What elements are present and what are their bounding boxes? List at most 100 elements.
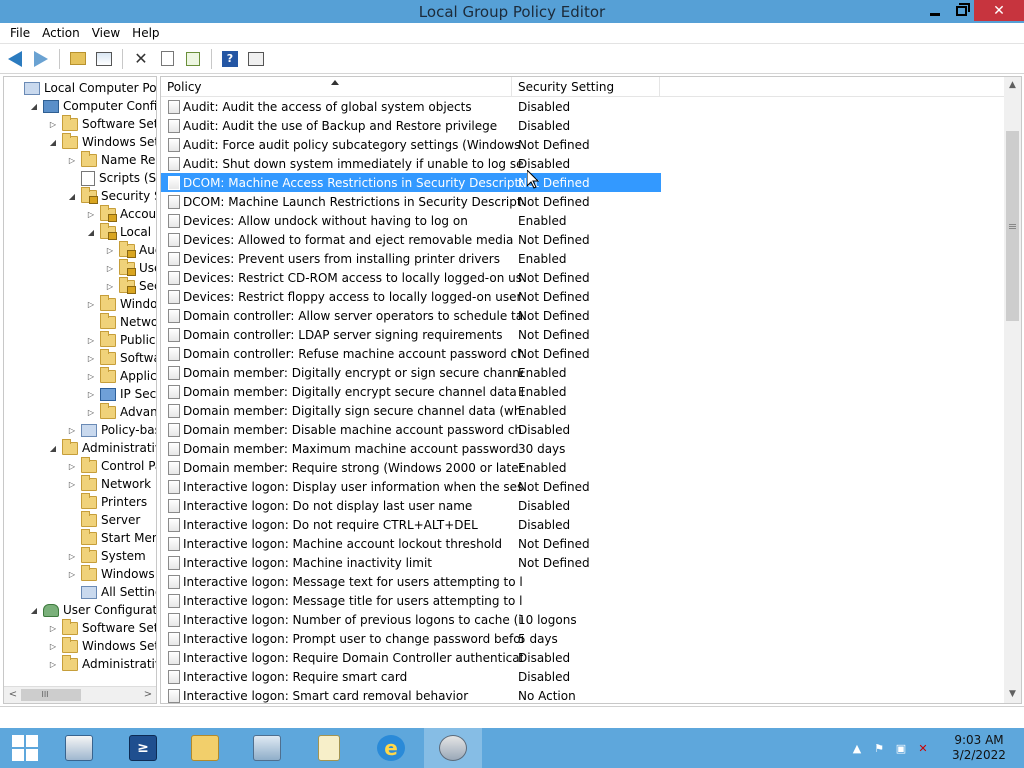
tree-item[interactable]: ▷ Name Resolu	[67, 150, 156, 169]
collapsed-arrow-icon[interactable]: ▷	[86, 403, 96, 421]
menu-view[interactable]: View	[86, 26, 126, 40]
menu-action[interactable]: Action	[36, 26, 86, 40]
tree-item[interactable]: ▷ Software F	[86, 348, 156, 367]
tree-item[interactable]: ▷ Software Settings	[48, 618, 156, 637]
sound-muted-icon[interactable]: ✕	[916, 741, 930, 755]
collapsed-arrow-icon[interactable]: ▷	[86, 385, 96, 403]
collapsed-arrow-icon[interactable]: ▷	[48, 619, 58, 637]
table-row[interactable]: Interactive logon: Machine account locko…	[161, 534, 661, 553]
properties-sheet-button[interactable]	[156, 48, 178, 70]
tree-item[interactable]: Scripts (Startu	[67, 169, 156, 187]
table-row[interactable]: Interactive logon: Prompt user to change…	[161, 629, 661, 648]
collapsed-arrow-icon[interactable]: ▷	[105, 259, 115, 277]
expanded-arrow-icon[interactable]: ◢	[29, 601, 39, 619]
collapsed-arrow-icon[interactable]: ▷	[67, 421, 77, 439]
scroll-left-button[interactable]: <	[6, 689, 20, 701]
table-row[interactable]: Domain member: Require strong (Windows 2…	[161, 458, 661, 477]
show-action-pane-button[interactable]	[245, 48, 267, 70]
tree-item[interactable]: Network L	[86, 312, 156, 331]
table-row[interactable]: Interactive logon: Require Domain Contro…	[161, 648, 661, 667]
expanded-arrow-icon[interactable]: ◢	[86, 223, 96, 241]
column-header-security-setting[interactable]: Security Setting	[512, 77, 660, 97]
table-row[interactable]: Devices: Allow undock without having to …	[161, 211, 661, 230]
collapsed-arrow-icon[interactable]: ▷	[105, 277, 115, 295]
up-one-level-button[interactable]	[67, 48, 89, 70]
table-row[interactable]: Interactive logon: Display user informat…	[161, 477, 661, 496]
table-row[interactable]: Devices: Restrict floppy access to local…	[161, 287, 661, 306]
menu-help[interactable]: Help	[126, 26, 165, 40]
tree-item[interactable]: ▷ Securi	[105, 276, 156, 295]
tree-item[interactable]: ▷ Policy-based	[67, 421, 156, 439]
taskbar-performance-monitor[interactable]	[238, 728, 296, 768]
collapsed-arrow-icon[interactable]: ▷	[86, 295, 96, 313]
expanded-arrow-icon[interactable]: ◢	[29, 97, 39, 115]
tree-item[interactable]: ▷ Windows	[86, 294, 156, 313]
taskbar-powershell[interactable]: ≥	[114, 728, 172, 768]
expanded-arrow-icon[interactable]: ◢	[67, 187, 77, 205]
help-button[interactable]: ?	[219, 48, 241, 70]
table-row[interactable]: Domain member: Disable machine account p…	[161, 420, 661, 439]
console-tree[interactable]: < III > Local Computer Policy ◢ Computer C…	[3, 76, 157, 704]
show-hide-tree-button[interactable]	[93, 48, 115, 70]
collapsed-arrow-icon[interactable]: ▷	[48, 115, 58, 133]
table-row[interactable]: Audit: Audit the access of global system…	[161, 97, 661, 116]
tree-item[interactable]: ▷ Administrative Te	[48, 654, 156, 673]
table-row[interactable]: Audit: Shut down system immediately if u…	[161, 154, 661, 173]
expanded-arrow-icon[interactable]: ◢	[48, 133, 58, 151]
collapsed-arrow-icon[interactable]: ▷	[67, 457, 77, 475]
tree-item[interactable]: ▷ Network	[67, 474, 151, 493]
tree-item[interactable]: Local Computer Policy	[10, 79, 156, 97]
collapsed-arrow-icon[interactable]: ▷	[67, 151, 77, 169]
tree-item[interactable]: ▷ Public Key	[86, 330, 156, 349]
export-list-button[interactable]	[182, 48, 204, 70]
taskbar-file-explorer[interactable]	[176, 728, 234, 768]
tree-item[interactable]: ▷ Applicatic	[86, 366, 156, 385]
tree-item[interactable]: Start Menu ar	[67, 528, 156, 547]
tree-item[interactable]: Server	[67, 510, 140, 529]
tree-item[interactable]: ▷ System	[67, 546, 146, 565]
table-row[interactable]: Interactive logon: Number of previous lo…	[161, 610, 661, 629]
tree-item[interactable]: ▷ Software Settings	[48, 114, 156, 133]
clock[interactable]: 9:03 AM 3/2/2022	[934, 733, 1024, 763]
collapsed-arrow-icon[interactable]: ▷	[67, 475, 77, 493]
tree-item[interactable]: ◢ Computer Configura	[29, 97, 156, 115]
close-button[interactable]: ✕	[974, 0, 1024, 21]
table-row[interactable]: Audit: Force audit policy subcategory se…	[161, 135, 661, 154]
tree-item[interactable]: ▷ Advanced	[86, 402, 156, 421]
taskbar-group-policy-editor[interactable]	[424, 728, 482, 768]
table-row[interactable]: Domain controller: LDAP server signing r…	[161, 325, 661, 344]
table-row[interactable]: Domain controller: Allow server operator…	[161, 306, 661, 325]
tree-item[interactable]: ◢ Administrative Te	[48, 438, 156, 457]
collapsed-arrow-icon[interactable]: ▷	[67, 547, 77, 565]
forward-button[interactable]	[30, 48, 52, 70]
collapsed-arrow-icon[interactable]: ▷	[67, 565, 77, 583]
tree-item[interactable]: ▷ Windows Setting	[48, 636, 156, 655]
table-row[interactable]: Domain member: Maximum machine account p…	[161, 439, 661, 458]
action-center-flag-icon[interactable]: ⚑	[872, 741, 886, 755]
collapsed-arrow-icon[interactable]: ▷	[48, 637, 58, 655]
taskbar-server-manager[interactable]	[50, 728, 108, 768]
expanded-arrow-icon[interactable]: ◢	[48, 439, 58, 457]
scroll-down-button[interactable]: ▼	[1004, 686, 1021, 703]
table-row[interactable]: Domain controller: Refuse machine accoun…	[161, 344, 661, 363]
collapsed-arrow-icon[interactable]: ▷	[86, 349, 96, 367]
table-row[interactable]: Domain member: Digitally sign secure cha…	[161, 401, 661, 420]
table-row[interactable]: Devices: Allowed to format and eject rem…	[161, 230, 661, 249]
restore-button[interactable]	[948, 0, 974, 21]
table-row[interactable]: Interactive logon: Message title for use…	[161, 591, 661, 610]
menu-file[interactable]: File	[4, 26, 36, 40]
table-row[interactable]: Devices: Restrict CD-ROM access to local…	[161, 268, 661, 287]
collapsed-arrow-icon[interactable]: ▷	[86, 205, 96, 223]
minimize-button[interactable]	[922, 0, 948, 21]
table-row[interactable]: Interactive logon: Do not require CTRL+A…	[161, 515, 661, 534]
show-hidden-icons-chevron-icon[interactable]: ▲	[850, 741, 864, 755]
back-button[interactable]	[4, 48, 26, 70]
table-row[interactable]: DCOM: Machine Access Restrictions in Sec…	[161, 173, 661, 192]
tree-item[interactable]: Printers	[67, 492, 147, 511]
tree-item[interactable]: All Settings	[67, 583, 156, 601]
list-vertical-scrollbar[interactable]: ▲ ▼	[1004, 77, 1021, 703]
table-row[interactable]: Domain member: Digitally encrypt secure …	[161, 382, 661, 401]
table-row[interactable]: Interactive logon: Machine inactivity li…	[161, 553, 661, 572]
taskbar-notepad[interactable]	[300, 728, 358, 768]
collapsed-arrow-icon[interactable]: ▷	[86, 331, 96, 349]
